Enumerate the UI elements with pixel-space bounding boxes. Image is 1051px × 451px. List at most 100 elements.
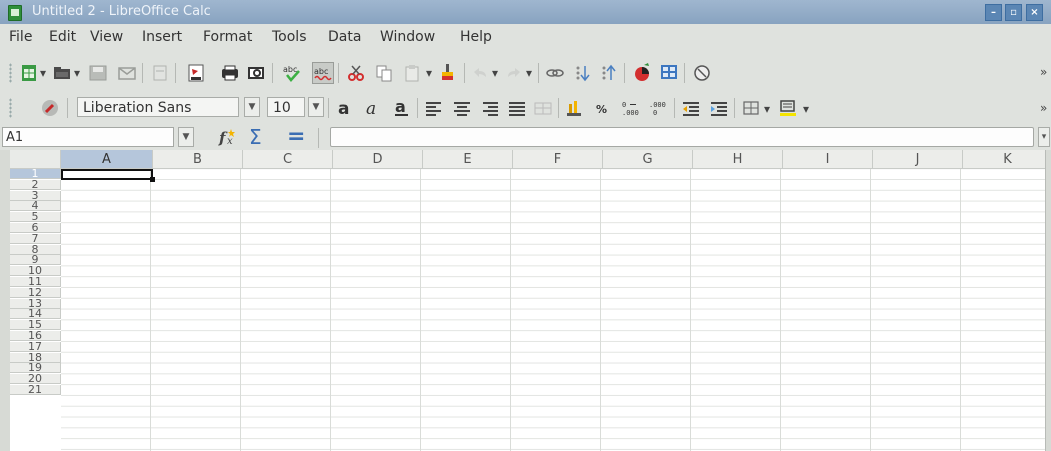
spellcheck-icon[interactable]: abc	[282, 63, 302, 83]
svg-text:0: 0	[653, 109, 657, 117]
column-header-c[interactable]: C	[243, 150, 333, 169]
toolbar-overflow-icon[interactable]: »	[1040, 65, 1047, 79]
remove-decimal-icon[interactable]: .0000	[648, 98, 668, 118]
minimize-button[interactable]: –	[985, 4, 1002, 21]
menu-help[interactable]: Help	[460, 29, 492, 45]
toolbar-overflow-icon[interactable]: »	[1040, 101, 1047, 115]
open-dropdown-icon[interactable]: ▾	[74, 66, 80, 80]
menu-window[interactable]: Window	[380, 29, 435, 45]
cell-cursor-a1[interactable]	[61, 169, 155, 182]
autospellcheck-icon[interactable]: abc	[312, 62, 334, 84]
menu-insert[interactable]: Insert	[142, 29, 182, 45]
function-wizard-icon[interactable]: fx	[218, 127, 238, 147]
insert-chart-icon[interactable]	[632, 62, 652, 82]
copy-icon[interactable]	[374, 63, 394, 83]
borders-dropdown-icon[interactable]: ▾	[764, 102, 770, 116]
expand-formula-icon[interactable]: ▾	[1038, 127, 1050, 147]
align-center-icon[interactable]	[452, 98, 472, 118]
currency-icon[interactable]	[565, 98, 585, 118]
justify-icon[interactable]	[507, 98, 527, 118]
toolbar-separator	[558, 98, 559, 118]
menu-data[interactable]: Data	[328, 29, 361, 45]
add-decimal-icon[interactable]: 0.000	[621, 98, 641, 118]
underline-icon[interactable]: a	[392, 98, 412, 118]
column-header-k[interactable]: K	[963, 150, 1045, 169]
column-header-d[interactable]: D	[333, 150, 423, 169]
cell-area[interactable]	[61, 169, 1045, 451]
svg-text:.000: .000	[622, 109, 639, 117]
background-color-icon[interactable]	[778, 98, 798, 118]
menu-file[interactable]: File	[9, 29, 32, 45]
svg-text:abc: abc	[283, 65, 297, 74]
edit-file-icon[interactable]	[150, 63, 170, 83]
align-right-icon[interactable]	[480, 98, 500, 118]
pivot-table-icon[interactable]	[659, 62, 679, 82]
sort-descending-icon[interactable]	[599, 63, 619, 83]
toolbar-separator	[674, 98, 675, 118]
column-header-j[interactable]: J	[873, 150, 963, 169]
title-bar: Untitled 2 - LibreOffice Calc – ▫ ×	[0, 0, 1051, 24]
sort-ascending-icon[interactable]	[573, 63, 593, 83]
column-header-i[interactable]: I	[783, 150, 873, 169]
name-box-dropdown-icon[interactable]: ▼	[178, 127, 194, 147]
font-size-box[interactable]: 10	[267, 97, 305, 117]
new-dropdown-icon[interactable]: ▾	[40, 66, 46, 80]
print-preview-icon[interactable]	[246, 63, 266, 83]
vertical-scrollbar[interactable]	[1045, 150, 1051, 451]
cut-icon[interactable]	[346, 63, 366, 83]
toolbar-grip[interactable]	[9, 98, 12, 118]
print-icon[interactable]	[220, 63, 240, 83]
formula-input[interactable]	[330, 127, 1034, 147]
align-left-icon[interactable]	[424, 98, 444, 118]
sum-icon[interactable]: Σ	[249, 125, 262, 149]
svg-text:abc: abc	[314, 67, 328, 76]
save-icon[interactable]	[88, 63, 108, 83]
navigator-icon[interactable]	[692, 63, 712, 83]
column-header-h[interactable]: H	[693, 150, 783, 169]
font-size-dropdown-icon[interactable]: ▼	[308, 97, 324, 117]
column-header-e[interactable]: E	[423, 150, 513, 169]
clone-formatting-icon[interactable]	[437, 62, 457, 82]
font-name-dropdown-icon[interactable]: ▼	[244, 97, 260, 117]
maximize-button[interactable]: ▫	[1005, 4, 1022, 21]
borders-icon[interactable]	[741, 98, 761, 118]
equals-icon[interactable]: =	[287, 124, 305, 149]
toolbar-grip[interactable]	[9, 63, 12, 83]
hyperlink-icon[interactable]	[545, 63, 565, 83]
undo-icon[interactable]	[470, 63, 490, 83]
undo-dropdown-icon[interactable]: ▾	[492, 66, 498, 80]
new-spreadsheet-icon[interactable]	[19, 63, 39, 83]
menu-format[interactable]: Format	[203, 29, 252, 45]
email-icon[interactable]	[117, 63, 137, 83]
paste-icon[interactable]	[402, 63, 422, 83]
close-button[interactable]: ×	[1026, 4, 1043, 21]
toolbar-separator	[142, 63, 143, 83]
column-header-b[interactable]: B	[153, 150, 243, 169]
row-header-21[interactable]: 21	[10, 384, 61, 395]
italic-icon[interactable]: a	[364, 98, 384, 118]
increase-indent-icon[interactable]	[709, 98, 729, 118]
bold-icon[interactable]: a	[336, 98, 356, 118]
spreadsheet-grid[interactable]: A B C D E F G H I J K 1 2 3 4 5 6 7 8 9 …	[10, 150, 1045, 451]
merge-cells-icon[interactable]	[533, 98, 553, 118]
export-pdf-icon[interactable]	[186, 63, 206, 83]
column-header-a[interactable]: A	[61, 150, 153, 169]
background-color-dropdown-icon[interactable]: ▾	[803, 102, 809, 116]
toolbar-separator	[338, 63, 339, 83]
menu-tools[interactable]: Tools	[272, 29, 307, 45]
percent-icon[interactable]: %	[594, 98, 614, 118]
styles-icon[interactable]	[40, 98, 60, 118]
font-name-box[interactable]: Liberation Sans	[77, 97, 239, 117]
decrease-indent-icon[interactable]	[681, 98, 701, 118]
menu-view[interactable]: View	[90, 29, 123, 45]
open-folder-icon[interactable]	[52, 63, 72, 83]
paste-dropdown-icon[interactable]: ▾	[426, 66, 432, 80]
column-header-f[interactable]: F	[513, 150, 603, 169]
redo-dropdown-icon[interactable]: ▾	[526, 66, 532, 80]
redo-icon[interactable]	[504, 63, 524, 83]
column-header-g[interactable]: G	[603, 150, 693, 169]
name-box[interactable]: A1	[2, 127, 174, 147]
left-margin	[0, 150, 10, 451]
svg-text:a: a	[366, 99, 376, 118]
menu-edit[interactable]: Edit	[49, 29, 76, 45]
